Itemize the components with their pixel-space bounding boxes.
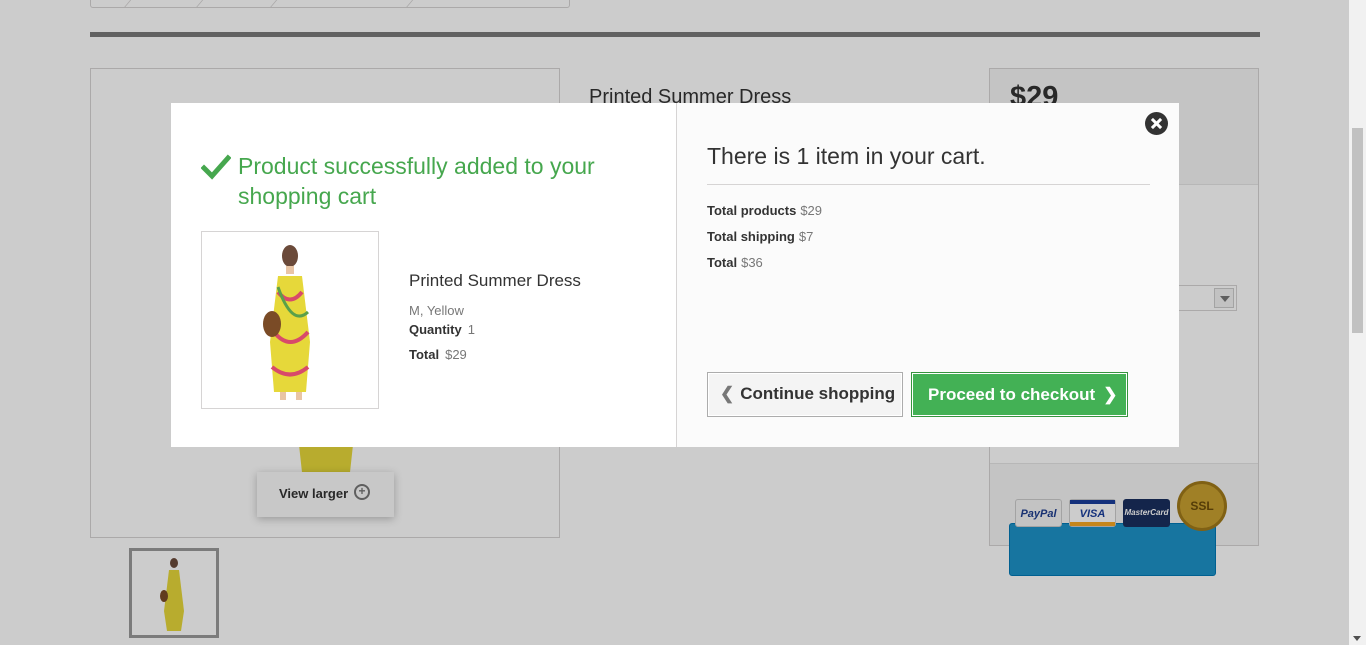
chevron-left-icon: ❮ (720, 384, 735, 403)
added-product-image (201, 231, 379, 409)
cart-confirmation-modal: Product successfully added to your shopp… (171, 103, 1179, 447)
added-product-info: Printed Summer Dress M, Yellow Quantity 1… (409, 271, 581, 362)
total-shipping-label: Total shipping (707, 229, 795, 244)
total-shipping-value: $7 (798, 229, 814, 244)
scroll-down-arrow-icon[interactable] (1353, 636, 1361, 641)
total-products-row: Total products $29 (707, 203, 822, 218)
total-products-label: Total products (707, 203, 797, 218)
total-shipping-row: Total shipping $7 (707, 229, 822, 244)
cart-totals: Total products $29 Total shipping $7 Total… (707, 203, 822, 281)
cart-item-count: There is 1 item in your cart. (707, 143, 986, 169)
total-products-value: $29 (800, 203, 823, 218)
checkmark-icon (201, 154, 231, 180)
chevron-right-icon: ❯ (1103, 385, 1118, 404)
scrollbar-thumb[interactable] (1352, 128, 1363, 333)
quantity-value: 1 (467, 322, 475, 337)
success-header: Product successfully added to your shopp… (201, 151, 641, 211)
added-product-quantity: Quantity 1 (409, 322, 581, 337)
cart-total-value: $36 (741, 255, 763, 270)
cart-total-label: Total (707, 255, 738, 270)
added-product-name: Printed Summer Dress (409, 271, 581, 290)
cart-summary-panel: There is 1 item in your cart. Total prod… (676, 103, 1179, 447)
continue-shopping-button[interactable]: ❮ Continue shopping (707, 372, 903, 417)
added-product-panel: Product successfully added to your shopp… (171, 103, 676, 447)
close-icon[interactable] (1145, 112, 1168, 135)
proceed-to-checkout-label: Proceed to checkout (928, 385, 1096, 404)
cart-divider (707, 184, 1150, 185)
proceed-to-checkout-button[interactable]: Proceed to checkout ❯ (911, 372, 1128, 417)
cart-total-row: Total $36 (707, 255, 822, 270)
continue-shopping-label: Continue shopping (740, 384, 896, 403)
product-total-value: $29 (445, 347, 467, 362)
dress-image (263, 245, 310, 400)
page-scrollbar[interactable] (1349, 0, 1366, 645)
quantity-label: Quantity (409, 322, 462, 337)
success-message: Product successfully added to your shopp… (238, 153, 595, 209)
added-product-total: Total $29 (409, 347, 581, 362)
added-product-attributes: M, Yellow (409, 303, 464, 318)
product-total-label: Total (409, 347, 440, 362)
